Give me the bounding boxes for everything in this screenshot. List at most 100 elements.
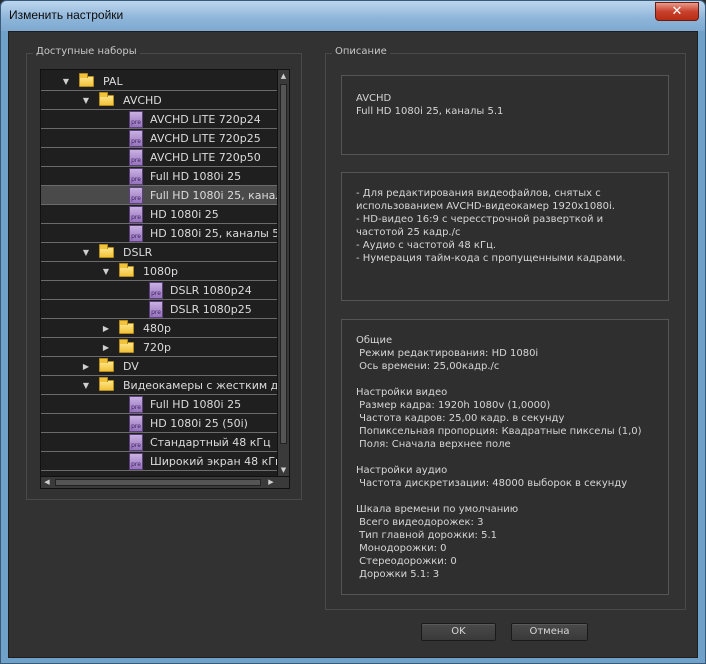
tree-folder-row[interactable]: ▶ DV <box>41 357 278 376</box>
scroll-down-arrow-icon[interactable]: ▼ <box>278 464 289 476</box>
settings-line: Размер кадра: 1920h 1080v (1,0000) <box>356 400 551 411</box>
settings-line: Дорожки 5.1: 3 <box>356 569 440 580</box>
tree-preset-row[interactable]: pre DSLR 1080p24 <box>41 281 278 300</box>
settings-line: Поля: Сначала верхнее поле <box>356 439 511 450</box>
summary-line: Full HD 1080i 25, каналы 5.1 <box>356 106 504 117</box>
ok-button[interactable]: OK <box>421 623 496 641</box>
preset-file-icon: pre <box>129 130 143 147</box>
expand-down-arrow-icon[interactable]: ▼ <box>81 376 91 394</box>
tree-row-label: HD 1080i 25 <box>150 208 219 221</box>
tree-row-label: AVCHD <box>123 94 162 107</box>
folder-icon <box>99 377 114 391</box>
tree-preset-row[interactable]: pre HD 1080i 25, каналы 5.1 <box>41 224 278 243</box>
tree-folder-row[interactable]: ▼ DSLR <box>41 243 278 262</box>
tree-preset-row[interactable]: pre DSLR 1080p25 <box>41 300 278 319</box>
settings-line: Стереодорожки: 0 <box>356 556 457 567</box>
preset-file-icon: pre <box>149 301 163 318</box>
description-line: - Для редактирования видеофайлов, снятых… <box>356 188 601 199</box>
settings-line: Частота дискретизации: 48000 выборок в с… <box>356 478 628 489</box>
collapse-right-arrow-icon[interactable]: ▶ <box>101 319 111 337</box>
folder-icon <box>119 263 134 277</box>
tree-row-label: Широкий экран 48 кГц <box>150 455 278 468</box>
folder-icon <box>99 358 114 372</box>
folder-icon <box>119 339 134 353</box>
tree-preset-row[interactable]: pre AVCHD LITE 720p50 <box>41 148 278 167</box>
tree-row-label: DSLR 1080p25 <box>170 303 252 316</box>
tree-row-label: DSLR 1080p24 <box>170 284 252 297</box>
description-line: - Аудио с частотой 48 кГц. <box>356 240 497 251</box>
tree-rows: ▼ PAL ▼ AVCHD pre AVCHD LITE 720p24 pre AVCHD L… <box>41 70 278 476</box>
tree-preset-row[interactable]: pre AVCHD LITE 720p25 <box>41 129 278 148</box>
tree-folder-row[interactable]: ▼ Видеокамеры с жестким диском и <box>41 376 278 395</box>
tree-folder-row[interactable]: ▼ AVCHD <box>41 91 278 110</box>
expand-down-arrow-icon[interactable]: ▼ <box>81 243 91 261</box>
settings-line: Ось времени: 25,00кадр./с <box>356 361 500 372</box>
settings-line: Настройки аудио <box>356 465 448 476</box>
settings-line: Общие <box>356 335 393 346</box>
collapse-right-arrow-icon[interactable]: ▶ <box>101 338 111 356</box>
preset-file-icon: pre <box>129 415 143 432</box>
tree-folder-row[interactable]: ▼ PAL <box>41 72 278 91</box>
tree-folder-row[interactable]: ▶ 720p <box>41 338 278 357</box>
preset-file-icon: pre <box>129 225 143 242</box>
description-line: - Нумерация тайм-кода с пропущенными кад… <box>356 253 626 264</box>
description-line: использованием AVCHD-видеокамер 1920x108… <box>356 201 615 212</box>
summary-line: AVCHD <box>356 93 392 104</box>
tree-preset-row[interactable]: pre Full HD 1080i 25, каналы 5.1 <box>41 186 278 205</box>
tree-row-label: Full HD 1080i 25 <box>150 170 242 183</box>
vertical-scrollbar[interactable]: ▲ ▼ <box>277 70 289 476</box>
preset-description: - Для редактирования видеофайлов, снятых… <box>341 172 669 301</box>
preset-settings: Общие Режим редактирования: HD 1080i Ось… <box>341 319 669 595</box>
vertical-scroll-thumb[interactable] <box>280 84 287 444</box>
tree-preset-row[interactable]: pre Full HD 1080i 25 <box>41 395 278 414</box>
settings-line: Всего видеодорожек: 3 <box>356 517 484 528</box>
scroll-up-arrow-icon[interactable]: ▲ <box>278 70 289 82</box>
description-group-title: Описание <box>332 46 390 57</box>
preset-file-icon: pre <box>129 453 143 470</box>
preset-file-icon: pre <box>129 396 143 413</box>
tree-preset-row[interactable]: pre Full HD 1080i 25 <box>41 167 278 186</box>
expand-down-arrow-icon[interactable]: ▼ <box>81 91 91 109</box>
expand-down-arrow-icon[interactable]: ▼ <box>61 72 71 90</box>
preset-summary: AVCHD Full HD 1080i 25, каналы 5.1 <box>341 75 669 155</box>
close-button[interactable]: ✕ <box>655 2 699 21</box>
horizontal-scrollbar[interactable]: ◀ ▶ <box>41 476 289 488</box>
settings-line: Настройки видео <box>356 387 448 398</box>
tree-preset-row[interactable]: pre Стандартный 48 кГц <box>41 433 278 452</box>
tree-preset-row[interactable]: pre HD 1080i 25 <box>41 205 278 224</box>
tree-preset-row[interactable]: pre HD 1080i 25 (50i) <box>41 414 278 433</box>
folder-icon <box>119 320 134 334</box>
tree-folder-row[interactable]: ▶ 480p <box>41 319 278 338</box>
preset-file-icon: pre <box>129 434 143 451</box>
horizontal-scroll-thumb[interactable] <box>55 479 261 486</box>
settings-line: Попиксельная пропорция: Квадратные пиксе… <box>356 426 642 437</box>
preset-file-icon: pre <box>129 187 143 204</box>
scroll-right-arrow-icon[interactable]: ▶ <box>265 477 277 488</box>
scroll-left-arrow-icon[interactable]: ◀ <box>41 477 53 488</box>
tree-row-label: Full HD 1080i 25 <box>150 398 242 411</box>
preset-tree[interactable]: ▼ PAL ▼ AVCHD pre AVCHD LITE 720p24 pre AVCHD L… <box>40 69 290 489</box>
title-bar[interactable]: Изменить настройки ✕ <box>1 1 705 31</box>
settings-dialog: Изменить настройки ✕ Доступные наборы ▼ P… <box>0 0 706 664</box>
tree-folder-row[interactable]: ▼ 1080p <box>41 262 278 281</box>
preset-file-icon: pre <box>129 168 143 185</box>
tree-row-label: 720p <box>143 341 171 354</box>
folder-icon <box>99 92 114 106</box>
collapse-right-arrow-icon[interactable]: ▶ <box>81 357 91 375</box>
folder-icon <box>79 73 94 87</box>
cancel-button[interactable]: Отмена <box>511 623 588 641</box>
settings-line <box>356 490 654 503</box>
tree-row-label: Full HD 1080i 25, каналы 5.1 <box>150 189 278 202</box>
preset-file-icon: pre <box>149 282 163 299</box>
tree-preset-row[interactable]: pre AVCHD LITE 720p24 <box>41 110 278 129</box>
settings-line: Шкала времени по умолчанию <box>356 504 519 515</box>
expand-down-arrow-icon[interactable]: ▼ <box>101 262 111 280</box>
tree-row-label: PAL <box>103 75 123 88</box>
preset-file-icon: pre <box>129 206 143 223</box>
tree-preset-row[interactable]: pre Широкий экран 48 кГц <box>41 452 278 471</box>
tree-row-label: DV <box>123 360 139 373</box>
settings-line <box>356 451 654 464</box>
preset-file-icon: pre <box>129 149 143 166</box>
tree-row-label: AVCHD LITE 720p50 <box>150 151 261 164</box>
tree-row-label: Видеокамеры с жестким диском и <box>123 379 278 392</box>
